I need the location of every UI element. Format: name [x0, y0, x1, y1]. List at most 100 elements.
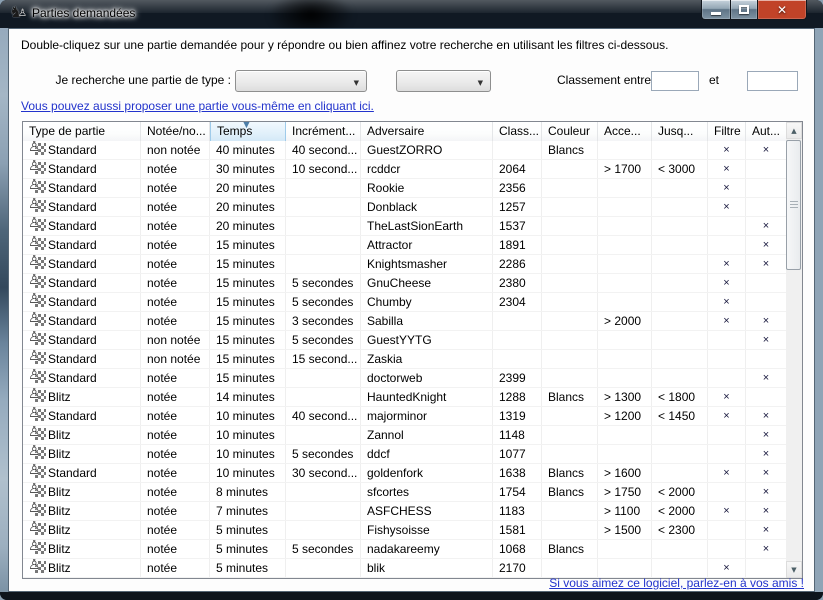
table-row[interactable]: ♙Blitznotée7 minutesASFCHESS1183> 1100< …	[23, 502, 787, 521]
cell-increment: 5 secondes	[286, 274, 361, 292]
propose-game-link[interactable]: Vous pouvez aussi proposer une partie vo…	[21, 99, 374, 113]
table-row[interactable]: ♙Standardnotée15 minutes5 secondesChumby…	[23, 293, 787, 312]
column-header-time[interactable]: Temps▼	[210, 122, 286, 141]
column-header-accepts[interactable]: Acce...	[598, 122, 652, 141]
cell-rated: notée	[141, 388, 210, 406]
cell-opponent: Sabilla	[361, 312, 493, 330]
table-row[interactable]: ♙Blitznotée10 minutesZannol1148×	[23, 426, 787, 445]
cell-color	[542, 255, 598, 273]
cell-opponent: GnuCheese	[361, 274, 493, 292]
cell-time: 15 minutes	[210, 236, 286, 254]
table-row[interactable]: ♙Blitznotée5 minutesFishysoisse1581> 150…	[23, 521, 787, 540]
cell-increment	[286, 388, 361, 406]
cell-rated: notée	[141, 160, 210, 178]
table-row[interactable]: ♙Standardnon notée15 minutes15 second...…	[23, 350, 787, 369]
cell-rated: notée	[141, 521, 210, 539]
game-type-text: Standard	[48, 276, 97, 290]
cell-type: ♙Standard	[23, 236, 141, 254]
column-header-rated[interactable]: Notée/no...	[141, 122, 210, 141]
table-row[interactable]: ♙Standardnotée20 minutesDonblack1257×	[23, 198, 787, 217]
cell-type: ♙Standard	[23, 293, 141, 311]
column-header-type[interactable]: Type de partie	[23, 122, 141, 141]
cell-rated: notée	[141, 407, 210, 425]
cell-opponent: GuestZORRO	[361, 141, 493, 159]
share-software-link[interactable]: Si vous aimez ce logiciel, parlez-en à v…	[549, 576, 804, 590]
cell-auto: ×	[746, 141, 787, 159]
table-row[interactable]: ♙Standardnotée15 minutesAttractor1891×	[23, 236, 787, 255]
table-row[interactable]: ♙Standardnotée20 minutesRookie2356×	[23, 179, 787, 198]
cell-color: Blancs	[542, 483, 598, 501]
pawn-board-icon: ♙	[29, 275, 46, 289]
cell-auto	[746, 293, 787, 311]
cell-opponent: HauntedKnight	[361, 388, 493, 406]
pawn-board-icon: ♙	[29, 541, 46, 555]
column-header-increment[interactable]: Incrément...	[286, 122, 361, 141]
table-row[interactable]: ♙Standardnotée15 minutes3 secondesSabill…	[23, 312, 787, 331]
table-row[interactable]: ♙Standardnotée10 minutes40 second...majo…	[23, 407, 787, 426]
cell-increment: 5 secondes	[286, 445, 361, 463]
cell-color	[542, 160, 598, 178]
table-row[interactable]: ♙Standardnotée15 minutes5 secondesGnuChe…	[23, 274, 787, 293]
table-row[interactable]: ♙Standardnotée15 minutesKnightsmasher228…	[23, 255, 787, 274]
column-header-rating[interactable]: Class...	[493, 122, 542, 141]
minimize-button[interactable]	[701, 0, 731, 20]
column-header-color[interactable]: Couleur	[542, 122, 598, 141]
scrollbar-thumb[interactable]	[786, 140, 801, 270]
table-row[interactable]: ♙Standardnotée15 minutesdoctorweb2399×	[23, 369, 787, 388]
table-row[interactable]: ♙Standardnotée10 minutes30 second...gold…	[23, 464, 787, 483]
column-header-filter[interactable]: Filtre	[708, 122, 746, 141]
column-header-label: Aut...	[752, 124, 780, 138]
table-row[interactable]: ♙Standardnon notée15 minutes5 secondesGu…	[23, 331, 787, 350]
cell-auto: ×	[746, 502, 787, 520]
game-subtype-dropdown[interactable]: ▼	[396, 70, 491, 92]
table-row[interactable]: ♙Standardnotée20 minutesTheLastSionEarth…	[23, 217, 787, 236]
title-bar[interactable]: ♞ ♙ Parties demandées ✕	[0, 0, 823, 28]
column-header-until[interactable]: Jusq...	[652, 122, 708, 141]
table-row[interactable]: ♙Blitznotée10 minutes5 secondesddcf1077×	[23, 445, 787, 464]
parties-demandees-window: ♞ ♙ Parties demandées ✕ Double-cliquez s…	[0, 0, 823, 600]
cell-increment	[286, 426, 361, 444]
game-type-text: Standard	[48, 295, 97, 309]
rating-min-input[interactable]	[651, 71, 699, 91]
vertical-scrollbar[interactable]: ▲ ▼	[786, 122, 802, 578]
cell-opponent: Attractor	[361, 236, 493, 254]
pawn-board-icon: ♙	[29, 294, 46, 308]
cell-time: 30 minutes	[210, 160, 286, 178]
game-type-text: Blitz	[48, 390, 71, 404]
cell-rating	[493, 141, 542, 159]
cell-opponent: doctorweb	[361, 369, 493, 387]
table-row[interactable]: ♙Standardnotée30 minutes10 second...rcdd…	[23, 160, 787, 179]
table-row[interactable]: ♙Blitznotée5 minutes5 secondesnadakareem…	[23, 540, 787, 559]
cell-time: 10 minutes	[210, 426, 286, 444]
cell-time: 20 minutes	[210, 198, 286, 216]
close-button[interactable]: ✕	[758, 0, 807, 20]
cell-opponent: Fishysoisse	[361, 521, 493, 539]
maximize-button[interactable]	[731, 0, 758, 20]
cell-time: 5 minutes	[210, 559, 286, 577]
column-header-auto[interactable]: Aut...	[746, 122, 787, 141]
cell-time: 20 minutes	[210, 179, 286, 197]
rating-max-input[interactable]	[747, 71, 798, 91]
cell-filter: ×	[708, 198, 746, 216]
game-type-dropdown[interactable]: ▼	[235, 70, 367, 92]
pawn-board-icon: ♙	[29, 503, 46, 517]
window-frame-bottom	[0, 592, 823, 600]
cell-rated: notée	[141, 293, 210, 311]
cell-until	[652, 559, 708, 577]
cell-until	[652, 198, 708, 216]
pawn-board-icon: ♙	[29, 142, 46, 156]
table-row[interactable]: ♙Blitznotée14 minutesHauntedKnight1288Bl…	[23, 388, 787, 407]
pawn-board-icon: ♙	[29, 427, 46, 441]
cell-accepts	[598, 179, 652, 197]
column-header-opponent[interactable]: Adversaire	[361, 122, 493, 141]
cell-auto: ×	[746, 407, 787, 425]
table-row[interactable]: ♙Standardnon notée40 minutes40 second...…	[23, 141, 787, 160]
cell-color	[542, 559, 598, 577]
cell-filter	[708, 426, 746, 444]
cell-auto	[746, 179, 787, 197]
cell-color	[542, 445, 598, 463]
scroll-up-button[interactable]: ▲	[786, 122, 802, 139]
table-row[interactable]: ♙Blitznotée8 minutessfcortes1754Blancs> …	[23, 483, 787, 502]
cell-until	[652, 236, 708, 254]
game-type-text: Standard	[48, 181, 97, 195]
